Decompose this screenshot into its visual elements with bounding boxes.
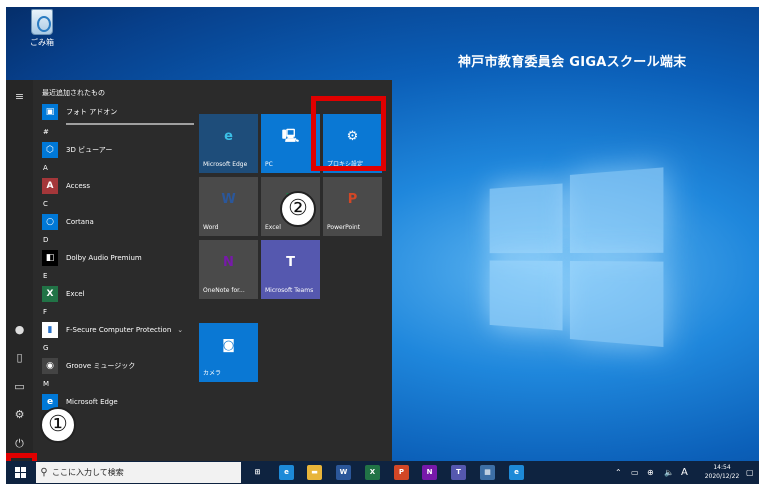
group-letter[interactable]: A (36, 161, 194, 175)
recycle-bin-label: ごみ箱 (30, 38, 54, 47)
dolby-icon: ◧ (42, 250, 58, 266)
taskbar-task-view-icon[interactable]: ⊞ (250, 465, 265, 480)
app-label: 3D ビューアー (66, 146, 113, 154)
access-icon: A (42, 178, 58, 194)
group-letter[interactable]: # (36, 125, 194, 139)
recent-header: 最近追加されたもの (42, 89, 105, 97)
onenote-icon: N (223, 255, 234, 270)
app-list-item[interactable]: ◉ Groove ミュージック (36, 355, 194, 377)
battery-icon[interactable]: ▭ (631, 461, 639, 484)
tile-label: PC (265, 161, 273, 168)
step-2-marker: ② (280, 191, 316, 227)
chevron-down-icon: ⌄ (177, 326, 184, 334)
groove-music-icon: ◉ (42, 358, 58, 374)
tile-edge[interactable]: e Microsoft Edge (199, 114, 258, 173)
search-box[interactable]: ⚲ ここに入力して検索 (36, 462, 241, 483)
app-label: フォト アドオン (66, 108, 118, 116)
recycle-bin[interactable]: ごみ箱 (20, 9, 64, 48)
tile-label: PowerPoint (327, 224, 361, 231)
start-button[interactable] (9, 461, 32, 484)
windows-logo-wallpaper (489, 167, 664, 348)
3d-viewer-icon: ⬡ (42, 142, 58, 158)
app-label: Excel (66, 290, 85, 298)
tile-label: Word (203, 224, 219, 231)
taskbar-word-icon[interactable]: W (336, 465, 351, 480)
tile-label: カメラ (203, 370, 222, 377)
taskbar-powerpoint-icon[interactable]: P (394, 465, 409, 480)
app-list: 最近追加されたもの ▣ フォト アドオン # ⬡ 3D ビューアー A A Access C ○ C… (36, 86, 194, 461)
app-label: Access (66, 182, 90, 190)
documents-icon[interactable]: ▯ (13, 351, 26, 364)
desktop-title: 神戸市教育委員会 GIGAスクール端末 (458, 55, 687, 70)
group-letter[interactable]: C (36, 197, 194, 211)
camera-icon: ◙ (222, 338, 235, 353)
tile-camera[interactable]: ◙ カメラ (199, 323, 258, 382)
search-icon: ⚲ (40, 467, 48, 478)
tile-powerpoint[interactable]: P PowerPoint (323, 177, 382, 236)
group-letter[interactable]: F (36, 305, 194, 319)
photo-addon-icon: ▣ (42, 104, 58, 120)
app-label: Microsoft Edge (66, 398, 118, 406)
app-list-item[interactable]: ⬡ 3D ビューアー (36, 139, 194, 161)
clock-date: 2020/12/22 (704, 473, 740, 480)
show-hidden-icons-icon[interactable]: ⌃ (615, 461, 622, 484)
tile-label: Microsoft Edge (203, 161, 248, 168)
user-account-icon[interactable]: ● (13, 323, 26, 336)
taskbar-edge-icon[interactable]: e (279, 465, 294, 480)
excel-icon: X (42, 286, 58, 302)
pc-icon: 🖳 (281, 129, 300, 144)
taskbar-onenote-icon[interactable]: N (422, 465, 437, 480)
cortana-icon: ○ (42, 214, 58, 230)
word-icon: W (221, 192, 236, 207)
taskbar-file-explorer-icon[interactable]: ▬ (307, 465, 322, 480)
app-label: Dolby Audio Premium (66, 254, 142, 262)
app-list-item[interactable]: X Excel (36, 283, 194, 305)
volume-icon[interactable]: 🔈 (664, 461, 674, 484)
windows-icon (15, 467, 26, 478)
search-placeholder: ここに入力して検索 (52, 468, 124, 477)
powerpoint-icon: P (347, 192, 358, 207)
highlight-proxy-tile (311, 96, 386, 171)
teams-icon: T (286, 255, 295, 270)
group-letter[interactable]: M (36, 377, 194, 391)
tile-word[interactable]: W Word (199, 177, 258, 236)
f-secure-icon: ▮ (42, 322, 58, 338)
recycle-bin-icon (31, 9, 53, 35)
clock[interactable]: 14:54 2020/12/22 (703, 463, 741, 481)
taskbar-edge-icon[interactable]: e (509, 465, 524, 480)
app-list-item[interactable]: ◧ Dolby Audio Premium (36, 247, 194, 269)
taskbar-photos-icon[interactable]: ▦ (480, 465, 495, 480)
tile-label: Microsoft Teams (265, 287, 314, 294)
tile-label: OneNote for... (203, 287, 245, 294)
app-label: F-Secure Computer Protection (66, 326, 172, 334)
app-list-item[interactable]: ▮ F-Secure Computer Protection ⌄ (36, 319, 194, 341)
group-letter[interactable]: D (36, 233, 194, 247)
app-label: Groove ミュージック (66, 362, 136, 370)
app-list-item[interactable]: ○ Cortana (36, 211, 194, 233)
hamburger-menu-icon[interactable]: ≡ (13, 90, 26, 103)
step-1-marker: ① (40, 407, 76, 443)
app-list-item[interactable]: ▣ フォト アドオン (36, 101, 194, 123)
tile-teams[interactable]: T Microsoft Teams (261, 240, 320, 299)
edge-icon: e (224, 129, 233, 144)
network-icon[interactable]: ⊕ (647, 461, 654, 484)
app-list-item[interactable]: A Access (36, 175, 194, 197)
taskbar-teams-icon[interactable]: T (451, 465, 466, 480)
start-menu-rail: ≡ ● ▯ ▭ ⚙ ⏻ (6, 80, 33, 461)
clock-time: 14:54 (713, 464, 731, 471)
tile-onenote[interactable]: N OneNote for... (199, 240, 258, 299)
group-letter[interactable]: G (36, 341, 194, 355)
app-label: Cortana (66, 218, 94, 226)
pictures-icon[interactable]: ▭ (13, 380, 26, 393)
power-icon[interactable]: ⏻ (13, 437, 26, 450)
notification-icon[interactable]: ▢ (746, 461, 754, 484)
settings-icon[interactable]: ⚙ (13, 408, 26, 421)
desktop: ごみ箱 神戸市教育委員会 GIGAスクール端末 ≡ ● ▯ ▭ ⚙ ⏻ 最近追加… (6, 7, 759, 484)
taskbar-excel-icon[interactable]: X (365, 465, 380, 480)
taskbar: ⚲ ここに入力して検索 ⊞ e ▬ W X P N T ▦ e ⌃ ▭ ⊕ 🔈 A 14:54 2… (6, 461, 759, 484)
group-letter[interactable]: E (36, 269, 194, 283)
ime-indicator[interactable]: A (681, 461, 688, 484)
